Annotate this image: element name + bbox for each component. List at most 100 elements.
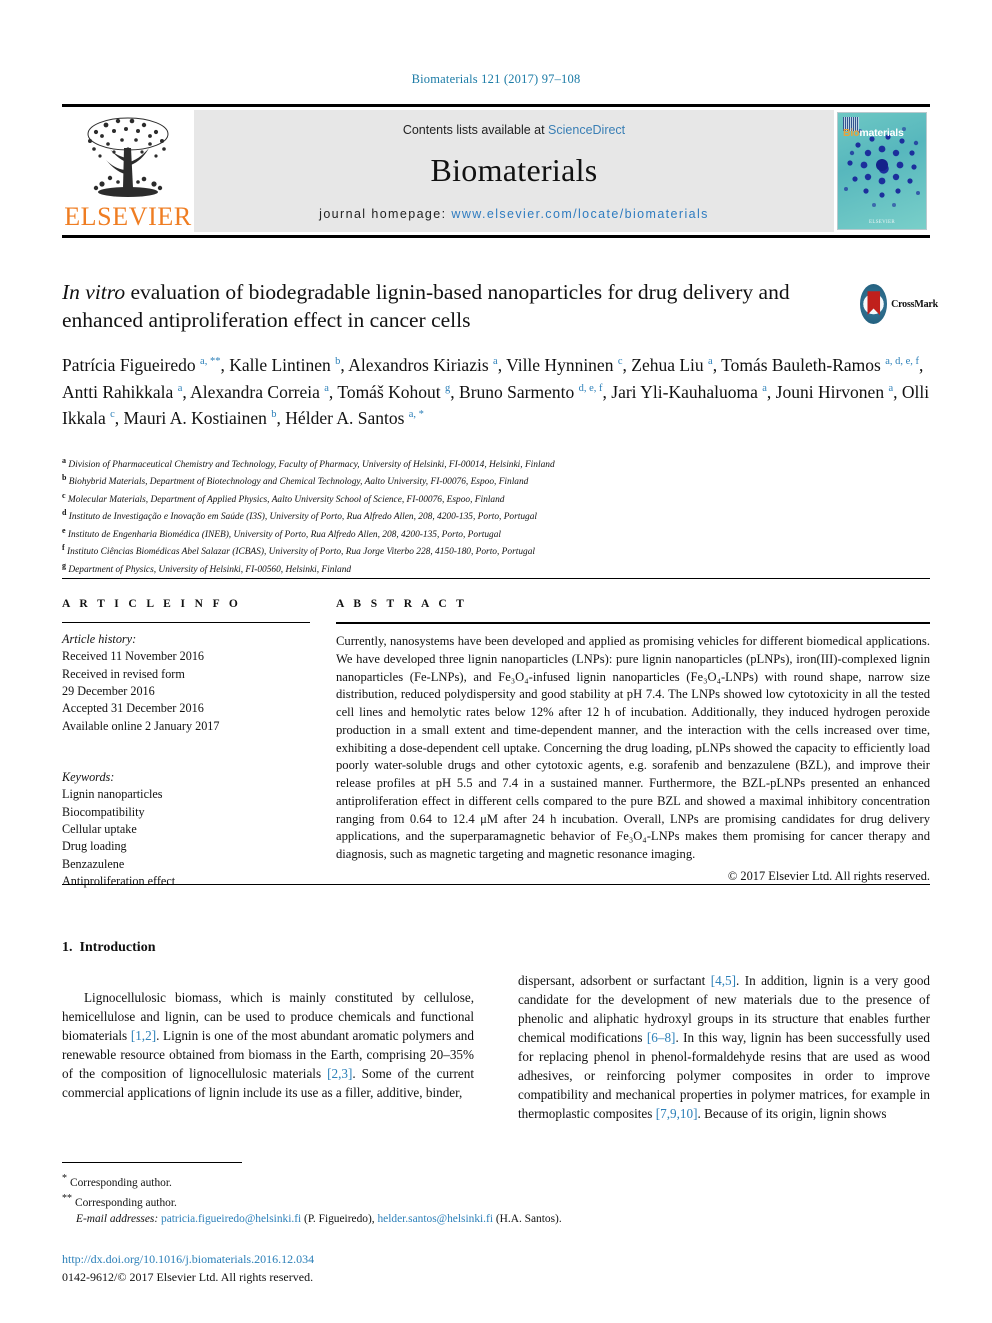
corresponding-author-2: ** Corresponding author.: [62, 1192, 762, 1212]
article-page: Biomaterials 121 (2017) 97–108 ELSEVIER …: [0, 0, 992, 1323]
journal-banner: ELSEVIER Contents lists available at Sci…: [62, 104, 930, 238]
doi-link[interactable]: http://dx.doi.org/10.1016/j.biomaterials…: [62, 1252, 314, 1267]
citation-link[interactable]: [1,2]: [131, 1028, 156, 1043]
keyword-item: Cellular uptake: [62, 821, 137, 836]
body-column-left: Lignocellulosic biomass, which is mainly…: [62, 975, 474, 1115]
citation-link[interactable]: [2,3]: [327, 1066, 352, 1081]
corresponding-author-1: * Corresponding author.: [62, 1172, 762, 1192]
article-history-label: Article history:: [62, 632, 137, 646]
cover-title-suffix: materials: [859, 127, 904, 139]
abstract-text: Currently, nanosystems have been develop…: [336, 634, 930, 861]
elsevier-logo: ELSEVIER: [62, 110, 194, 232]
issn-copyright: 0142-9612/© 2017 Elsevier Ltd. All right…: [62, 1270, 314, 1284]
email-name-2: (H.A. Santos).: [495, 1213, 562, 1226]
article-history-item: Received in revised form: [62, 666, 185, 681]
affiliation-text: Biohybrid Materials, Department of Biote…: [66, 477, 529, 488]
journal-title: Biomaterials: [430, 152, 598, 188]
keyword-item: Antiproliferation effect: [62, 873, 176, 888]
footnote-rule: [62, 1162, 242, 1163]
journal-cover-thumbnail: Biomaterials ELSEVIER: [834, 110, 930, 232]
affiliation-item: b Biohybrid Materials, Department of Bio…: [62, 472, 930, 489]
affiliation-text: Instituto Ciências Biomédicas Abel Salaz…: [64, 547, 536, 558]
paragraph-text: . Because of its origin, lignin shows: [697, 1106, 887, 1122]
abstract-copyright: © 2017 Elsevier Ltd. All rights reserved…: [727, 868, 930, 883]
banner-bottom-rule: [62, 235, 930, 238]
elsevier-tree-icon: [87, 117, 169, 197]
footnote-block: * Corresponding author. ** Corresponding a…: [62, 1172, 762, 1228]
article-history-item: Available online 2 January 2017: [62, 718, 220, 733]
paragraph-text: dispersant, adsorbent or surfactant: [518, 973, 711, 989]
citation-link[interactable]: [6–8]: [647, 1030, 676, 1045]
page-title: In vitro evaluation of biodegradable lig…: [62, 278, 832, 335]
cover-footer: ELSEVIER: [868, 220, 895, 225]
article-history-item: Accepted 31 December 2016: [62, 701, 204, 716]
corresponding-author-1-text: Corresponding author.: [70, 1176, 172, 1189]
running-head: Biomaterials 121 (2017) 97–108: [411, 72, 581, 86]
email-name-1: (P. Figueiredo),: [304, 1213, 375, 1226]
affiliation-item: g Department of Physics, University of H…: [62, 560, 930, 577]
affiliation-text: Department of Physics, University of Hel…: [66, 564, 352, 575]
banner-top-rule: [62, 104, 930, 107]
intro-paragraph-left: Lignocellulosic biomass, which is mainly…: [62, 988, 474, 1102]
email-label: E-mail addresses:: [76, 1213, 159, 1226]
section-heading-introduction: 1. Introduction: [62, 940, 155, 956]
section-number: 1.: [62, 940, 73, 955]
corresponding-author-2-text: Corresponding author.: [75, 1196, 177, 1209]
title-italic-part: In vitro: [62, 280, 126, 304]
email-link-1[interactable]: patricia.figueiredo@helsinki.fi: [161, 1213, 301, 1225]
keywords-label: Keywords:: [62, 769, 115, 784]
crossmark-icon: [860, 284, 888, 324]
keywords-items: Lignin nanoparticles Biocompatibility Cell…: [62, 786, 310, 890]
email-addresses-line: E-mail addresses: patricia.figueiredo@he…: [62, 1211, 762, 1228]
keyword-item: Lignin nanoparticles: [62, 787, 163, 802]
email-link-2[interactable]: helder.santos@helsinki.fi: [377, 1213, 493, 1225]
article-history-item: 29 December 2016: [62, 683, 155, 698]
body-column-right: dispersant, adsorbent or surfactant [4,5…: [518, 958, 930, 1136]
article-title-block: In vitro evaluation of biodegradable lig…: [62, 278, 832, 335]
keyword-item: Drug loading: [62, 839, 127, 854]
keywords-block: Keywords: Lignin nanoparticles Biocompati…: [62, 769, 310, 890]
abstract-rule: [336, 622, 930, 624]
section-title: Introduction: [79, 940, 156, 955]
contents-available-line: Contents lists available at ScienceDirec…: [194, 123, 834, 137]
homepage-label: journal homepage:: [319, 207, 452, 221]
article-history-item: Received 11 November 2016: [62, 649, 205, 664]
citation-link[interactable]: [7,9,10]: [656, 1106, 698, 1121]
author-list: Patrícia Figueiredo a, **, Kalle Lintine…: [62, 355, 930, 429]
keyword-item: Biocompatibility: [62, 804, 145, 819]
sciencedirect-link[interactable]: ScienceDirect: [548, 123, 625, 137]
info-bottom-rule: [62, 884, 930, 885]
affiliation-item: d Instituto de Investigação e Inovação e…: [62, 507, 930, 524]
asterisk-icon: *: [62, 1173, 67, 1184]
affiliation-list: a Division of Pharmaceutical Chemistry a…: [62, 455, 930, 577]
article-info-rule: [62, 622, 310, 623]
affiliation-item: c Molecular Materials, Department of App…: [62, 490, 930, 507]
elsevier-wordmark: ELSEVIER: [64, 202, 192, 231]
banner-center: Contents lists available at ScienceDirec…: [194, 110, 834, 232]
cover-title: Biomaterials: [843, 127, 904, 139]
intro-paragraph-right: dispersant, adsorbent or surfactant [4,5…: [518, 971, 930, 1123]
affiliation-text: Instituto de Investigação e Inovação em …: [66, 512, 538, 523]
keyword-item: Benzazulene: [62, 856, 125, 871]
homepage-url-link[interactable]: www.elsevier.com/locate/biomaterials: [451, 207, 708, 221]
article-info-section: A R T I C L E I N F O Article history: R…: [62, 598, 310, 890]
affiliation-text: Instituto de Engenharia Biomédica (INEB)…: [65, 529, 502, 540]
abstract-section: A B S T R A C T Currently, nanosystems h…: [336, 598, 930, 884]
affiliation-text: Molecular Materials, Department of Appli…: [65, 494, 505, 505]
crossmark-label: CrossMark: [891, 298, 938, 310]
abstract-heading: A B S T R A C T: [336, 598, 468, 610]
cover-title-prefix: Bio: [843, 127, 860, 139]
title-rest: evaluation of biodegradable lignin-based…: [62, 280, 790, 333]
double-asterisk-icon: **: [62, 1192, 72, 1204]
affiliation-item: e Instituto de Engenharia Biomédica (INE…: [62, 525, 930, 542]
affiliation-item: a Division of Pharmaceutical Chemistry a…: [62, 455, 930, 472]
journal-homepage-line: journal homepage: www.elsevier.com/locat…: [194, 207, 834, 221]
citation-link[interactable]: [4,5]: [711, 973, 736, 988]
contents-prefix: Contents lists available at: [402, 123, 549, 137]
article-history: Article history: Received 11 November 20…: [62, 631, 310, 735]
crossmark-badge[interactable]: CrossMark: [860, 282, 938, 326]
article-info-heading: A R T I C L E I N F O: [62, 598, 242, 610]
article-history-items: Received 11 November 2016 Received in rev…: [62, 648, 310, 735]
affiliation-item: f Instituto Ciências Biomédicas Abel Sal…: [62, 542, 930, 559]
affiliation-text: Division of Pharmaceutical Chemistry and…: [66, 460, 555, 471]
